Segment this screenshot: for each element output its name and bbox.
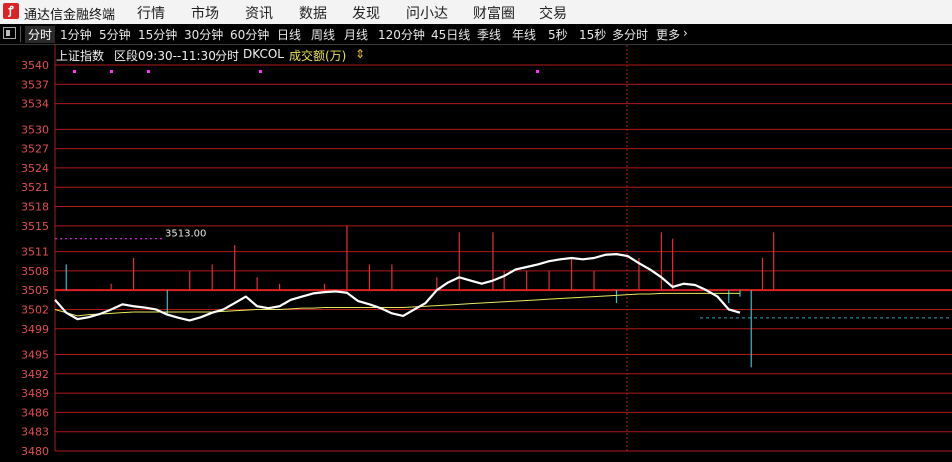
panel-toggle-icon[interactable] (3, 27, 16, 39)
chart-mode: 分时 (215, 49, 240, 63)
y-tick-label: 3489 (21, 387, 49, 400)
tab-15min[interactable]: 15分钟 (138, 26, 177, 43)
tab-45day[interactable]: 45日线 (431, 26, 470, 43)
tab-5min[interactable]: 5分钟 (99, 26, 131, 43)
tab-week[interactable]: 周线 (311, 26, 335, 43)
menu-bar: ꝭ 通达信金融终端 行情 市场 资讯 数据 发现 问小达 财富圈 交易 (0, 0, 952, 25)
y-tick-label: 3534 (21, 98, 49, 111)
period-toolbar: 分时 1分钟 5分钟 15分钟 30分钟 60分钟 日线 周线 月线 120分钟… (0, 24, 952, 45)
y-tick-label: 3505 (21, 284, 49, 297)
event-marker (536, 70, 539, 73)
tab-30min[interactable]: 30分钟 (184, 26, 223, 43)
y-tick-label: 3524 (21, 162, 49, 175)
y-tick-label: 3480 (21, 445, 49, 458)
y-tick-label: 3492 (21, 368, 49, 381)
menu-faxian[interactable]: 发现 (352, 3, 380, 23)
tab-1min[interactable]: 1分钟 (60, 26, 92, 43)
sort-arrows-icon[interactable]: ⇕ (355, 47, 365, 61)
event-marker (73, 70, 76, 73)
menu-wenxiaoda[interactable]: 问小达 (406, 3, 448, 23)
chart-index-name: 上证指数 (56, 49, 105, 63)
event-marker (147, 70, 150, 73)
price-line (54, 253, 741, 322)
menu-caifuquan[interactable]: 财富圈 (473, 3, 515, 23)
tab-multi[interactable]: 多分时 (612, 26, 648, 43)
menu-shichang[interactable]: 市场 (191, 3, 219, 23)
menu-shuju[interactable]: 数据 (299, 3, 327, 23)
y-tick-label: 3540 (21, 59, 49, 72)
y-tick-label: 3508 (21, 265, 49, 278)
y-tick-label: 3521 (21, 181, 49, 194)
chart-range: 区段09:30--11:30 (114, 49, 216, 63)
tab-5sec[interactable]: 5秒 (548, 26, 568, 43)
tab-year[interactable]: 年线 (512, 26, 536, 43)
y-tick-label: 3483 (21, 426, 49, 439)
app-logo-icon: ꝭ (3, 3, 19, 19)
y-tick-label: 3537 (21, 78, 49, 91)
tab-day[interactable]: 日线 (277, 26, 301, 43)
event-marker (110, 70, 113, 73)
y-tick-label: 3499 (21, 323, 49, 336)
y-tick-label: 3486 (21, 406, 49, 419)
menu-hangqing[interactable]: 行情 (137, 3, 165, 23)
average-line (54, 292, 740, 317)
y-tick-label: 3495 (21, 349, 49, 362)
chevron-right-icon[interactable]: › (683, 26, 688, 40)
menu-zixun[interactable]: 资讯 (245, 3, 273, 23)
y-tick-label: 3511 (21, 246, 49, 259)
tab-month[interactable]: 月线 (344, 26, 368, 43)
tab-60min[interactable]: 60分钟 (230, 26, 269, 43)
tab-120min[interactable]: 120分钟 (378, 26, 425, 43)
y-tick-label: 3530 (21, 123, 49, 136)
tab-more[interactable]: 更多 (656, 26, 680, 43)
indicator-sub: 成交额(万) (289, 49, 347, 63)
y-tick-label: 3527 (21, 143, 49, 156)
intraday-chart[interactable]: 3540 3537 3534 3530 3527 3524 3521 3518 3515 3511… (0, 45, 952, 462)
price-marker-label: 3513.00 (165, 229, 206, 240)
app-title: 通达信金融终端 (24, 8, 116, 23)
tab-fenshi[interactable]: 分时 (25, 26, 56, 43)
y-tick-label: 3518 (21, 201, 49, 214)
indicator-name: DKCOL (243, 47, 284, 61)
y-tick-label: 3502 (21, 303, 49, 316)
tab-season[interactable]: 季线 (477, 26, 501, 43)
event-marker (259, 70, 262, 73)
divider (20, 26, 21, 42)
tab-15sec[interactable]: 15秒 (579, 26, 606, 43)
y-tick-label: 3515 (21, 220, 49, 233)
menu-jiaoyi[interactable]: 交易 (539, 3, 567, 23)
